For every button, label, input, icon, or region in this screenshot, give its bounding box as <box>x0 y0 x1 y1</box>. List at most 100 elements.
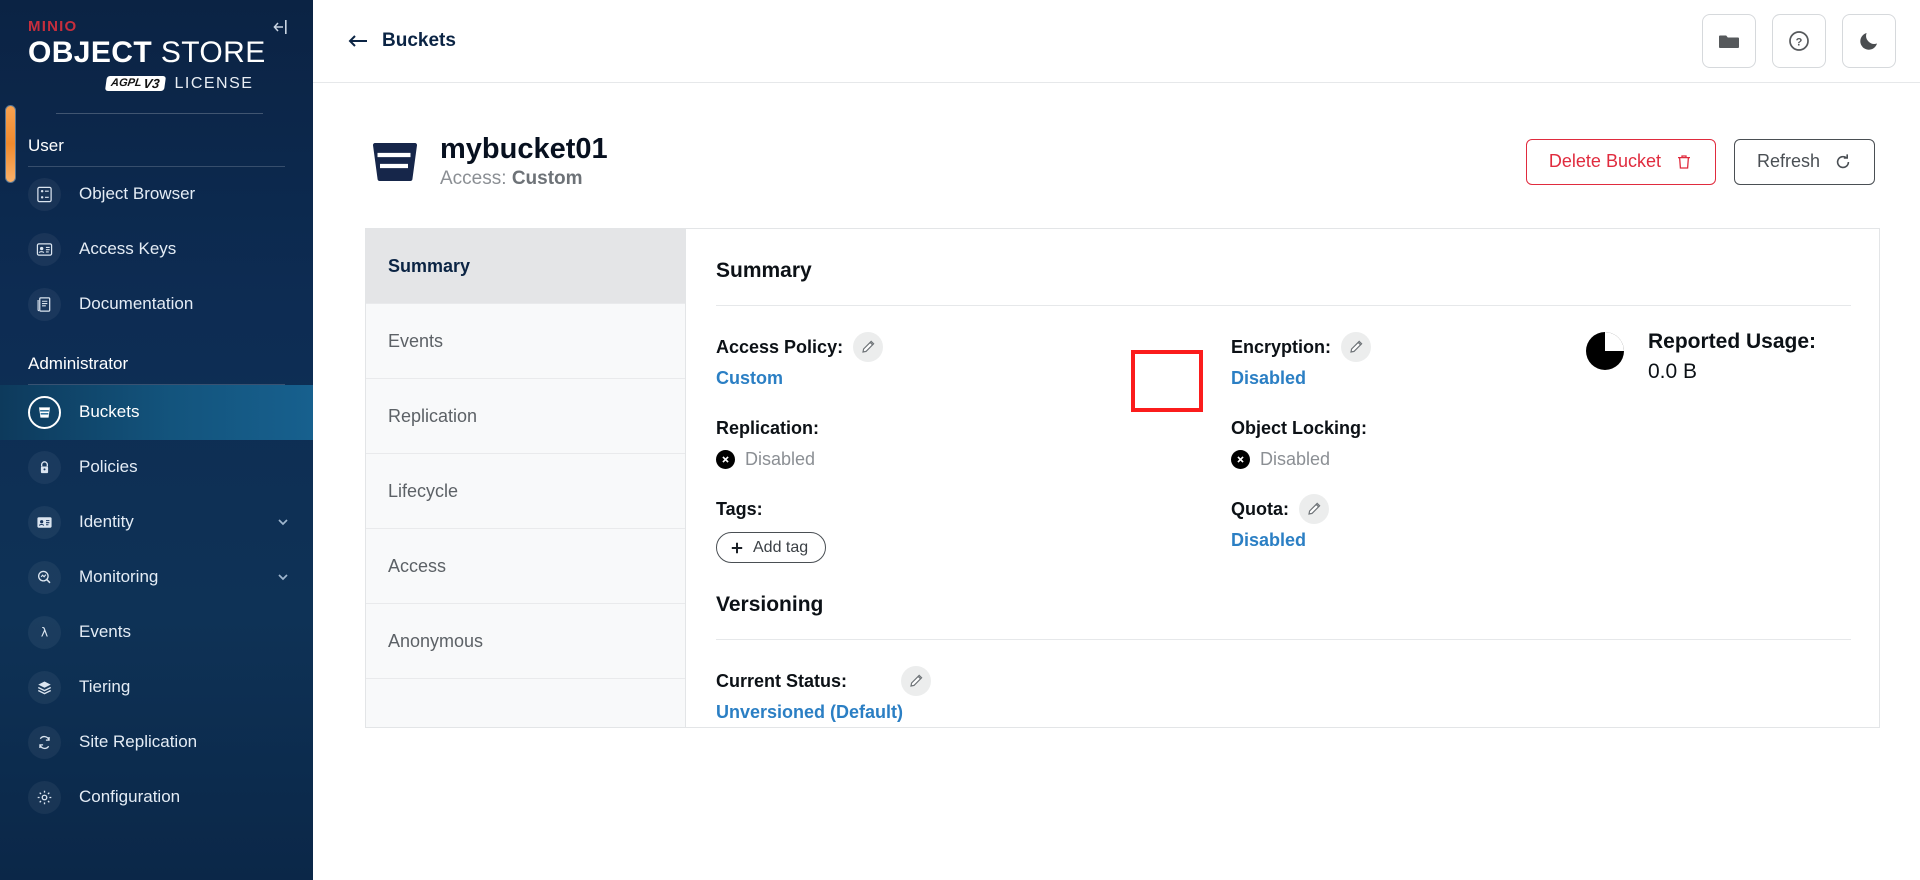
summary-heading: Summary <box>716 259 812 283</box>
help-icon: ? <box>1789 31 1809 51</box>
breadcrumb-label: Buckets <box>382 30 456 51</box>
summary-content: Summary Access Policy: Custom Replicatio… <box>686 229 1879 727</box>
quota-label: Quota: <box>1231 498 1289 519</box>
lock-icon <box>28 450 61 484</box>
encryption-value[interactable]: Disabled <box>1231 368 1576 389</box>
current-status-value[interactable]: Unversioned (Default) <box>716 702 1851 723</box>
refresh-icon <box>1836 154 1850 168</box>
delete-bucket-button[interactable]: Delete Bucket <box>1525 138 1716 185</box>
replication-field: Replication: Disabled <box>716 411 1231 470</box>
collapse-left-icon <box>273 20 287 34</box>
refresh-button[interactable]: Refresh <box>1733 138 1875 185</box>
sidebar-item-label: Object Browser <box>79 184 196 204</box>
sidebar-item-label: Access Keys <box>79 239 177 259</box>
sidebar-item-access-keys[interactable]: Access Keys <box>0 222 313 277</box>
pie-chart-icon <box>1586 332 1624 371</box>
dark-mode-button[interactable] <box>1842 14 1896 68</box>
layers-icon <box>28 670 61 704</box>
versioning-divider <box>716 639 1851 641</box>
tab-replication[interactable]: Replication <box>366 379 685 455</box>
chevron-down-icon <box>275 514 291 530</box>
sidebar-item-documentation[interactable]: Documentation <box>0 277 313 332</box>
sidebar-item-identity[interactable]: Identity <box>0 495 313 550</box>
sidebar-item-label: Tiering <box>79 677 131 697</box>
quota-edit-button[interactable] <box>1299 494 1329 525</box>
app-root: MINIO OBJECT STORE AGPL V3 LICENSE User … <box>0 0 1920 880</box>
help-button[interactable]: ? <box>1772 14 1826 68</box>
site-replication-icon <box>28 725 61 759</box>
add-tag-label: Add tag <box>753 538 809 556</box>
replication-value: Disabled <box>745 449 816 470</box>
versioning-edit-button[interactable] <box>901 666 932 697</box>
sidebar-item-buckets[interactable]: Buckets <box>0 384 313 440</box>
quota-value[interactable]: Disabled <box>1231 530 1576 551</box>
tags-label: Tags: <box>716 498 763 519</box>
add-tag-button[interactable]: Add tag <box>716 532 827 564</box>
encryption-edit-button[interactable] <box>1341 332 1372 363</box>
sidebar-section-user: User <box>28 135 64 155</box>
tab-lifecycle[interactable]: Lifecycle <box>366 454 685 530</box>
sidebar-item-object-browser[interactable]: Object Browser <box>0 167 313 222</box>
encryption-label-row: Encryption: <box>1231 330 1576 364</box>
access-policy-edit-button[interactable] <box>853 332 884 363</box>
topbar-actions: ? <box>1702 14 1896 68</box>
bucket-header-actions: Delete Bucket Refresh <box>1525 138 1875 185</box>
encryption-field: Encryption: Disabled <box>1231 330 1576 389</box>
topbar: Buckets ? <box>313 0 1920 83</box>
replication-label: Replication: <box>716 417 820 438</box>
folder-icon <box>1719 35 1739 48</box>
agpl-badge: AGPL V3 <box>104 76 167 92</box>
sidebar: MINIO OBJECT STORE AGPL V3 LICENSE User … <box>0 0 313 880</box>
versioning-heading: Versioning <box>716 593 824 617</box>
summary-column-left: Access Policy: Custom Replication: Disab… <box>716 330 1231 585</box>
tab-list-filler <box>366 679 685 754</box>
tab-access[interactable]: Access <box>366 529 685 605</box>
reported-usage-block: Reported Usage: 0.0 B <box>1576 330 1851 384</box>
tab-events[interactable]: Events <box>366 304 685 380</box>
sidebar-item-configuration[interactable]: Configuration <box>0 770 313 825</box>
current-status-field: Current Status: Unversioned (Default) <box>716 664 1851 723</box>
page-title: mybucket01 <box>440 133 608 165</box>
folder-button[interactable] <box>1702 14 1756 68</box>
sidebar-collapse-button[interactable] <box>269 14 295 40</box>
sidebar-item-policies[interactable]: Policies <box>0 440 313 495</box>
identity-card-icon <box>28 505 61 539</box>
bucket-icon <box>28 395 61 429</box>
object-locking-value: Disabled <box>1260 449 1331 470</box>
object-browser-icon <box>28 177 61 211</box>
sidebar-item-site-replication[interactable]: Site Replication <box>0 715 313 770</box>
replication-label-row: Replication: <box>716 411 1231 445</box>
sidebar-section-administrator: Administrator <box>28 353 129 373</box>
object-store-title: OBJECT STORE <box>28 37 291 69</box>
object-locking-field: Object Locking: Disabled <box>1231 411 1576 470</box>
sidebar-item-label: Documentation <box>79 294 194 314</box>
replication-value-row: Disabled <box>716 449 1231 470</box>
lambda-icon: λ <box>28 615 61 649</box>
sidebar-item-label: Events <box>79 622 131 642</box>
gear-icon <box>28 780 61 814</box>
monitoring-icon <box>28 560 61 594</box>
pencil-icon <box>910 675 923 688</box>
sidebar-item-label: Site Replication <box>79 732 198 752</box>
license-label: LICENSE <box>174 74 254 92</box>
tab-anonymous[interactable]: Anonymous <box>366 604 685 680</box>
access-policy-value[interactable]: Custom <box>716 368 1231 389</box>
pencil-icon <box>1308 503 1321 516</box>
sidebar-logo-divider <box>56 112 263 114</box>
sidebar-item-events[interactable]: λ Events <box>0 605 313 660</box>
refresh-label: Refresh <box>1756 151 1820 172</box>
tags-field: Tags: Add tag <box>716 492 1231 564</box>
bucket-title-block: mybucket01 Access: Custom <box>440 133 608 190</box>
current-status-label: Current Status: <box>716 670 848 691</box>
sidebar-item-label: Buckets <box>79 402 140 422</box>
sidebar-item-tiering[interactable]: Tiering <box>0 660 313 715</box>
summary-column-middle: Encryption: Disabled Object Locking: Dis… <box>1231 330 1576 585</box>
sidebar-item-label: Monitoring <box>79 567 159 587</box>
pencil-icon <box>1350 341 1363 354</box>
object-store-bold: OBJECT <box>28 36 153 69</box>
tab-label: Replication <box>388 405 478 426</box>
breadcrumb[interactable]: Buckets <box>347 30 456 52</box>
tab-summary[interactable]: Summary <box>366 229 685 305</box>
sidebar-item-monitoring[interactable]: Monitoring <box>0 550 313 605</box>
sidebar-item-label: Identity <box>79 512 134 532</box>
